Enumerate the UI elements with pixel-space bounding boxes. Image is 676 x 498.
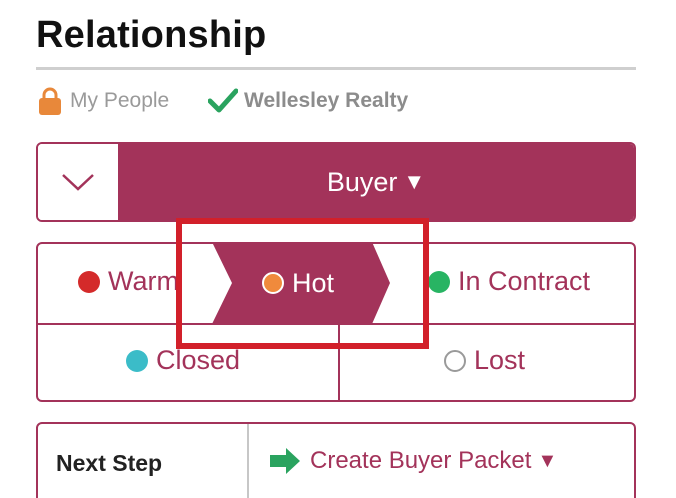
next-step-action-label: Create Buyer Packet — [310, 447, 532, 474]
dropdown-caret-icon: ▼ — [537, 449, 558, 472]
status-label-closed: Closed — [156, 345, 241, 375]
next-step-action-dropdown[interactable]: Create Buyer Packet ▼ — [268, 446, 557, 476]
agency-badge: Wellesley Realty — [208, 86, 408, 116]
type-select-label: Buyer — [326, 166, 398, 197]
page-title: Relationship — [36, 14, 267, 56]
collapse-toggle-button[interactable] — [38, 144, 118, 220]
dropdown-caret-icon: ▼ — [403, 169, 426, 194]
my-people-label: My People — [70, 89, 170, 112]
agency-label: Wellesley Realty — [244, 89, 409, 112]
lock-icon — [39, 87, 61, 115]
status-option-warm[interactable]: Warm — [78, 266, 179, 297]
title-divider — [36, 67, 636, 70]
next-step-divider — [247, 424, 249, 498]
checkmark-icon — [208, 88, 238, 113]
status-option-lost[interactable]: Lost — [444, 345, 525, 376]
status-label-in-contract: In Contract — [458, 266, 591, 296]
chevron-down-icon — [62, 174, 94, 191]
status-option-in-contract[interactable]: In Contract — [428, 266, 590, 297]
my-people-link[interactable]: My People — [36, 86, 169, 116]
arrow-right-icon — [270, 448, 300, 474]
status-dot-icon — [428, 270, 450, 293]
next-step-panel: Next Step Create Buyer Packet ▼ — [36, 422, 636, 498]
relationship-type-bar: Buyer ▼ — [36, 142, 636, 222]
status-dot-icon — [444, 349, 466, 372]
status-option-closed[interactable]: Closed — [126, 345, 240, 376]
buyer-type-dropdown[interactable]: Buyer ▼ — [118, 144, 634, 220]
status-dot-icon — [78, 270, 100, 293]
status-label-lost: Lost — [474, 345, 526, 375]
status-dot-icon — [126, 349, 148, 372]
status-label-warm: Warm — [108, 266, 179, 296]
next-step-label: Next Step — [56, 450, 163, 476]
selection-highlight-box — [176, 218, 429, 349]
